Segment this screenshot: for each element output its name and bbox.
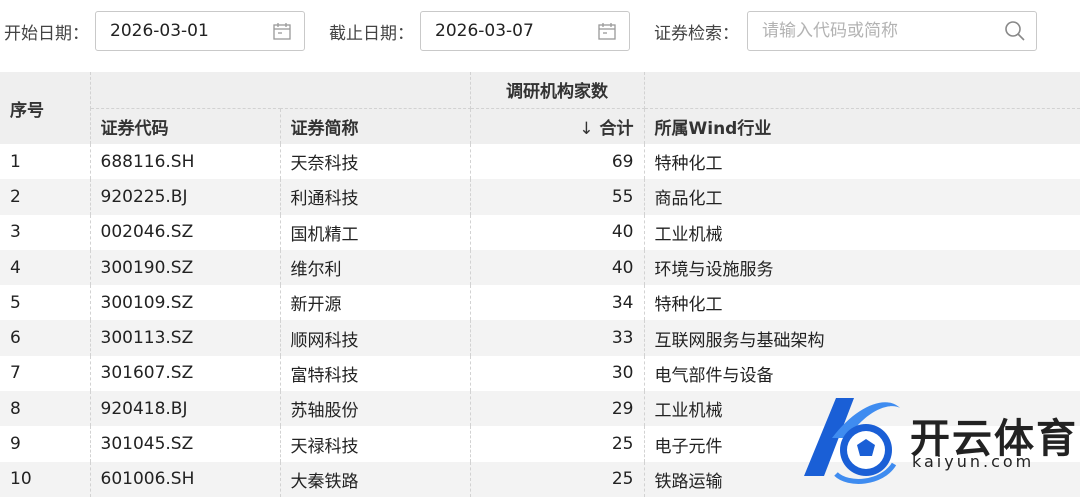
row-index: 4 (0, 249, 91, 286)
row-total: 33 (470, 320, 645, 356)
row-index: 7 (0, 355, 91, 392)
kaiyun-watermark: 开云体育 kaiyun.com (796, 386, 1080, 495)
row-name: 富特科技 (280, 355, 471, 392)
row-industry: 特种化工 (654, 154, 723, 175)
row-code: 688116.SH (90, 144, 281, 180)
row-index: 1 (0, 144, 91, 180)
table-row[interactable]: 3 002046.SZ 国机精工 40 工业机械 (0, 214, 1080, 250)
row-index: 6 (0, 320, 91, 356)
row-industry: 商品化工 (644, 179, 1080, 215)
table-row[interactable]: 1 688116.SH 天奈科技 69 特种化工 (0, 144, 1080, 180)
start-date-label: 开始日期： (4, 23, 89, 44)
header-industry[interactable]: 所属Wind行业 (644, 108, 1080, 144)
row-code: 920418.BJ (90, 391, 281, 427)
row-name: 天禄科技 (280, 426, 471, 462)
table-row[interactable]: 5 300109.SZ 新开源 34 特种化工 (0, 285, 1080, 321)
search-label: 证券检索： (654, 23, 739, 44)
row-total: 30 (470, 355, 645, 392)
row-total: 29 (470, 391, 645, 427)
kaiyun-logo-icon (804, 398, 900, 484)
search-icon[interactable] (1004, 20, 1026, 42)
row-industry: 工业机械 (654, 224, 723, 245)
row-name: 国机精工 (280, 214, 471, 250)
calendar-icon[interactable] (597, 21, 617, 41)
row-name: 大秦铁路 (280, 461, 471, 497)
row-index: 9 (0, 426, 91, 462)
row-total: 55 (470, 179, 645, 215)
header-index: 序号 (0, 72, 91, 144)
row-industry: 互联网服务与基础架构 (644, 320, 1080, 356)
table-row[interactable]: 4 300190.SZ 维尔利 40 环境与设施服务 (0, 249, 1080, 286)
row-index: 10 (0, 461, 91, 497)
end-date-label: 截止日期： (329, 23, 414, 44)
end-date-field[interactable]: 2026-03-07 (420, 11, 630, 51)
row-name: 苏轴股份 (280, 391, 471, 427)
row-code: 300190.SZ (90, 249, 281, 286)
row-code: 601006.SH (90, 461, 281, 497)
table-row[interactable]: 6 300113.SZ 顺网科技 33 互联网服务与基础架构 (0, 320, 1080, 356)
row-code: 300113.SZ (90, 320, 281, 356)
row-industry: 特种化工 (654, 295, 723, 316)
row-total: 34 (470, 285, 645, 321)
header-total[interactable]: ↓ 合计 (470, 108, 645, 144)
row-name: 新开源 (280, 285, 471, 321)
row-index: 5 (0, 285, 91, 321)
row-name: 维尔利 (280, 249, 471, 286)
sort-desc-icon[interactable]: ↓ (579, 119, 593, 139)
row-total: 25 (470, 461, 645, 497)
header-code[interactable]: 证券代码 (90, 108, 281, 144)
row-code: 300109.SZ (90, 285, 281, 321)
row-index: 8 (0, 391, 91, 427)
start-date-field[interactable]: 2026-03-01 (95, 11, 305, 51)
search-input[interactable] (760, 20, 984, 42)
row-code: 002046.SZ (90, 214, 281, 250)
header-research-group: 调研机构家数 (470, 72, 645, 109)
end-date-value: 2026-03-07 (435, 21, 534, 41)
row-code: 920225.BJ (90, 179, 281, 215)
row-index: 3 (0, 214, 91, 250)
header-total-label: 合计 (599, 118, 634, 139)
row-name: 天奈科技 (280, 144, 471, 180)
calendar-icon[interactable] (272, 21, 292, 41)
row-industry: 环境与设施服务 (644, 249, 1080, 286)
search-field[interactable] (747, 11, 1037, 51)
row-code: 301045.SZ (90, 426, 281, 462)
row-index: 2 (0, 179, 91, 215)
row-code: 301607.SZ (90, 355, 281, 392)
start-date-value: 2026-03-01 (110, 21, 209, 41)
header-spacer-right (644, 72, 1080, 109)
table-row[interactable]: 2 920225.BJ 利通科技 55 商品化工 (0, 179, 1080, 215)
header-spacer (90, 72, 471, 109)
row-total: 25 (470, 426, 645, 462)
row-name: 利通科技 (280, 179, 471, 215)
filter-bar: 开始日期： 2026-03-01 截止日期： 2026-03-07 证券检索： (0, 0, 1080, 62)
row-total: 40 (470, 214, 645, 250)
header-name[interactable]: 证券简称 (280, 108, 471, 144)
watermark-url: kaiyun.com (912, 452, 1035, 471)
row-total: 40 (470, 249, 645, 286)
row-name: 顺网科技 (280, 320, 471, 356)
row-total: 69 (470, 144, 645, 180)
